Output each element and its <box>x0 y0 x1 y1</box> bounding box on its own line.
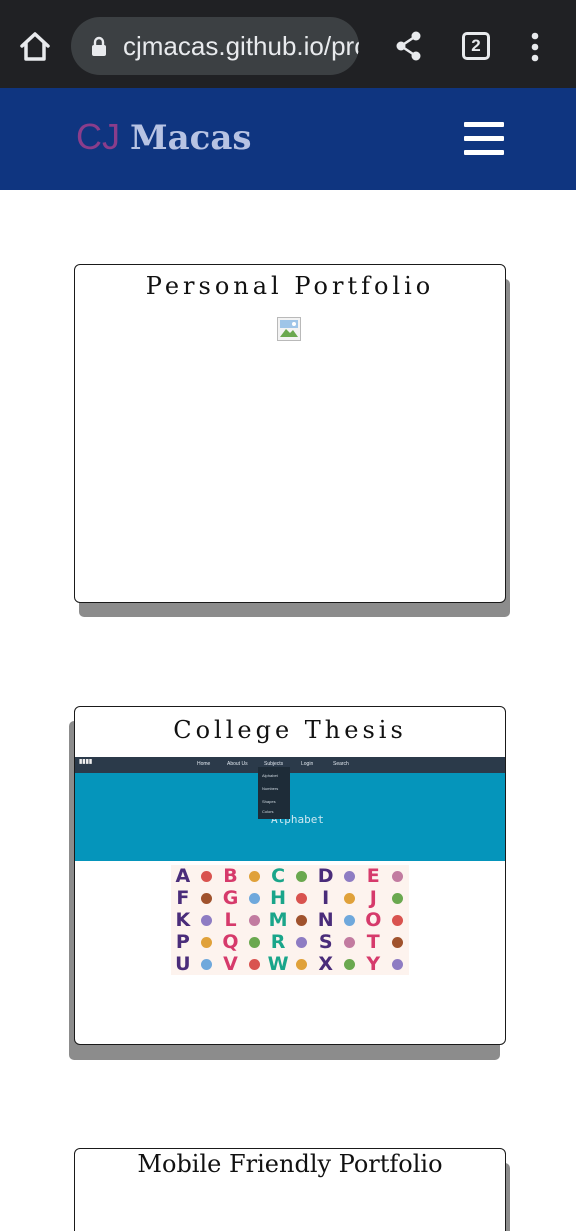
alphabet-picture <box>242 909 266 931</box>
broken-image-icon <box>277 317 301 341</box>
alphabet-letter: H <box>270 886 287 909</box>
lock-icon <box>89 36 109 56</box>
alphabet-picture <box>290 953 314 975</box>
site-header: CJ Macas <box>0 88 576 190</box>
alphabet-letter: D <box>317 864 334 887</box>
alphabet-picture <box>290 865 314 887</box>
preview-nav-item: Login <box>301 761 314 767</box>
alphabet-picture <box>242 865 266 887</box>
alphabet-letter: S <box>318 930 333 953</box>
hamburger-menu-icon[interactable] <box>464 122 504 156</box>
project-title: College Thesis <box>173 716 407 744</box>
alphabet-letter: O <box>365 908 382 931</box>
preview-dropdown: Alphabet Numbers Shapes Colors <box>258 767 290 819</box>
alphabet-picture <box>338 953 362 975</box>
address-bar[interactable]: cjmacas.github.io/pro <box>71 17 359 75</box>
alphabet-letter: Q <box>222 930 239 953</box>
preview-nav-item: Search <box>333 761 349 767</box>
alphabet-letter: T <box>366 930 380 953</box>
alphabet-letter: K <box>175 908 191 931</box>
alphabet-picture <box>290 931 314 953</box>
alphabet-letter: W <box>267 952 289 975</box>
alphabet-picture <box>242 953 266 975</box>
project-card-personal-portfolio[interactable]: Personal Portfolio <box>74 264 506 603</box>
alphabet-picture <box>195 953 219 975</box>
alphabet-picture <box>290 909 314 931</box>
preview-nav-item: About Us <box>227 761 248 767</box>
alphabet-picture <box>385 909 409 931</box>
alphabet-picture <box>338 865 362 887</box>
project-card-mobile-friendly-portfolio[interactable]: Mobile Friendly Portfolio <box>74 1148 506 1231</box>
alphabet-letter: L <box>224 908 237 931</box>
alphabet-letter: I <box>322 886 330 909</box>
alphabet-picture <box>195 865 219 887</box>
alphabet-letter: X <box>318 952 334 975</box>
alphabet-letter: C <box>271 864 286 887</box>
preview-dropdown-item: Shapes <box>262 799 276 804</box>
brand-logo[interactable]: CJ Macas <box>76 116 252 158</box>
preview-nav-item: Home <box>197 761 211 767</box>
project-title: Personal Portfolio <box>145 272 435 300</box>
alphabet-letter: R <box>270 930 286 953</box>
alphabet-chart-image: A B C D E F G H I J K L M N O P Q R S T U V W X Y <box>171 865 409 975</box>
alphabet-picture <box>290 887 314 909</box>
alphabet-letter: G <box>222 886 239 909</box>
alphabet-letter: P <box>175 930 190 953</box>
alphabet-picture <box>338 909 362 931</box>
alphabet-picture <box>195 931 219 953</box>
alphabet-picture <box>242 887 266 909</box>
alphabet-picture <box>242 931 266 953</box>
more-vert-icon[interactable] <box>522 32 548 62</box>
alphabet-letter: E <box>366 864 380 887</box>
share-icon[interactable] <box>394 30 424 62</box>
preview-dropdown-item: Colors <box>262 809 274 814</box>
home-icon[interactable] <box>14 26 56 68</box>
alphabet-letter: Y <box>366 952 381 975</box>
preview-logo: ▮▮▮▮ <box>79 759 93 765</box>
alphabet-letter: J <box>369 886 377 909</box>
project-card-college-thesis[interactable]: College Thesis ▮▮▮▮ Home About Us Subjec… <box>74 706 506 1045</box>
alphabet-picture <box>385 931 409 953</box>
alphabet-picture <box>385 953 409 975</box>
url-text: cjmacas.github.io/pro <box>123 31 359 61</box>
alphabet-picture <box>338 931 362 953</box>
alphabet-picture <box>195 887 219 909</box>
tab-switcher-button[interactable]: 2 <box>462 32 490 60</box>
alphabet-picture <box>338 887 362 909</box>
preview-navbar: ▮▮▮▮ Home About Us Subjects Login Search <box>75 757 505 773</box>
thesis-preview-image: ▮▮▮▮ Home About Us Subjects Login Search… <box>75 757 505 861</box>
alphabet-letter: M <box>268 908 288 931</box>
brand-initials: CJ <box>76 116 120 157</box>
preview-dropdown-item: Alphabet <box>262 773 278 778</box>
alphabet-letter: B <box>223 864 238 887</box>
preview-banner: Alphabet <box>75 773 505 861</box>
preview-dropdown-item: Numbers <box>262 786 279 791</box>
brand-name: Macas <box>130 118 252 158</box>
project-title: Mobile Friendly Portfolio <box>137 1150 443 1178</box>
alphabet-letter: V <box>223 952 238 975</box>
alphabet-letter: F <box>176 886 190 909</box>
alphabet-picture <box>385 887 409 909</box>
alphabet-picture <box>195 909 219 931</box>
alphabet-picture <box>385 865 409 887</box>
alphabet-letter: N <box>317 908 334 931</box>
browser-toolbar: cjmacas.github.io/pro 2 <box>0 0 576 88</box>
alphabet-letter: U <box>175 952 191 975</box>
alphabet-letter: A <box>175 864 191 887</box>
